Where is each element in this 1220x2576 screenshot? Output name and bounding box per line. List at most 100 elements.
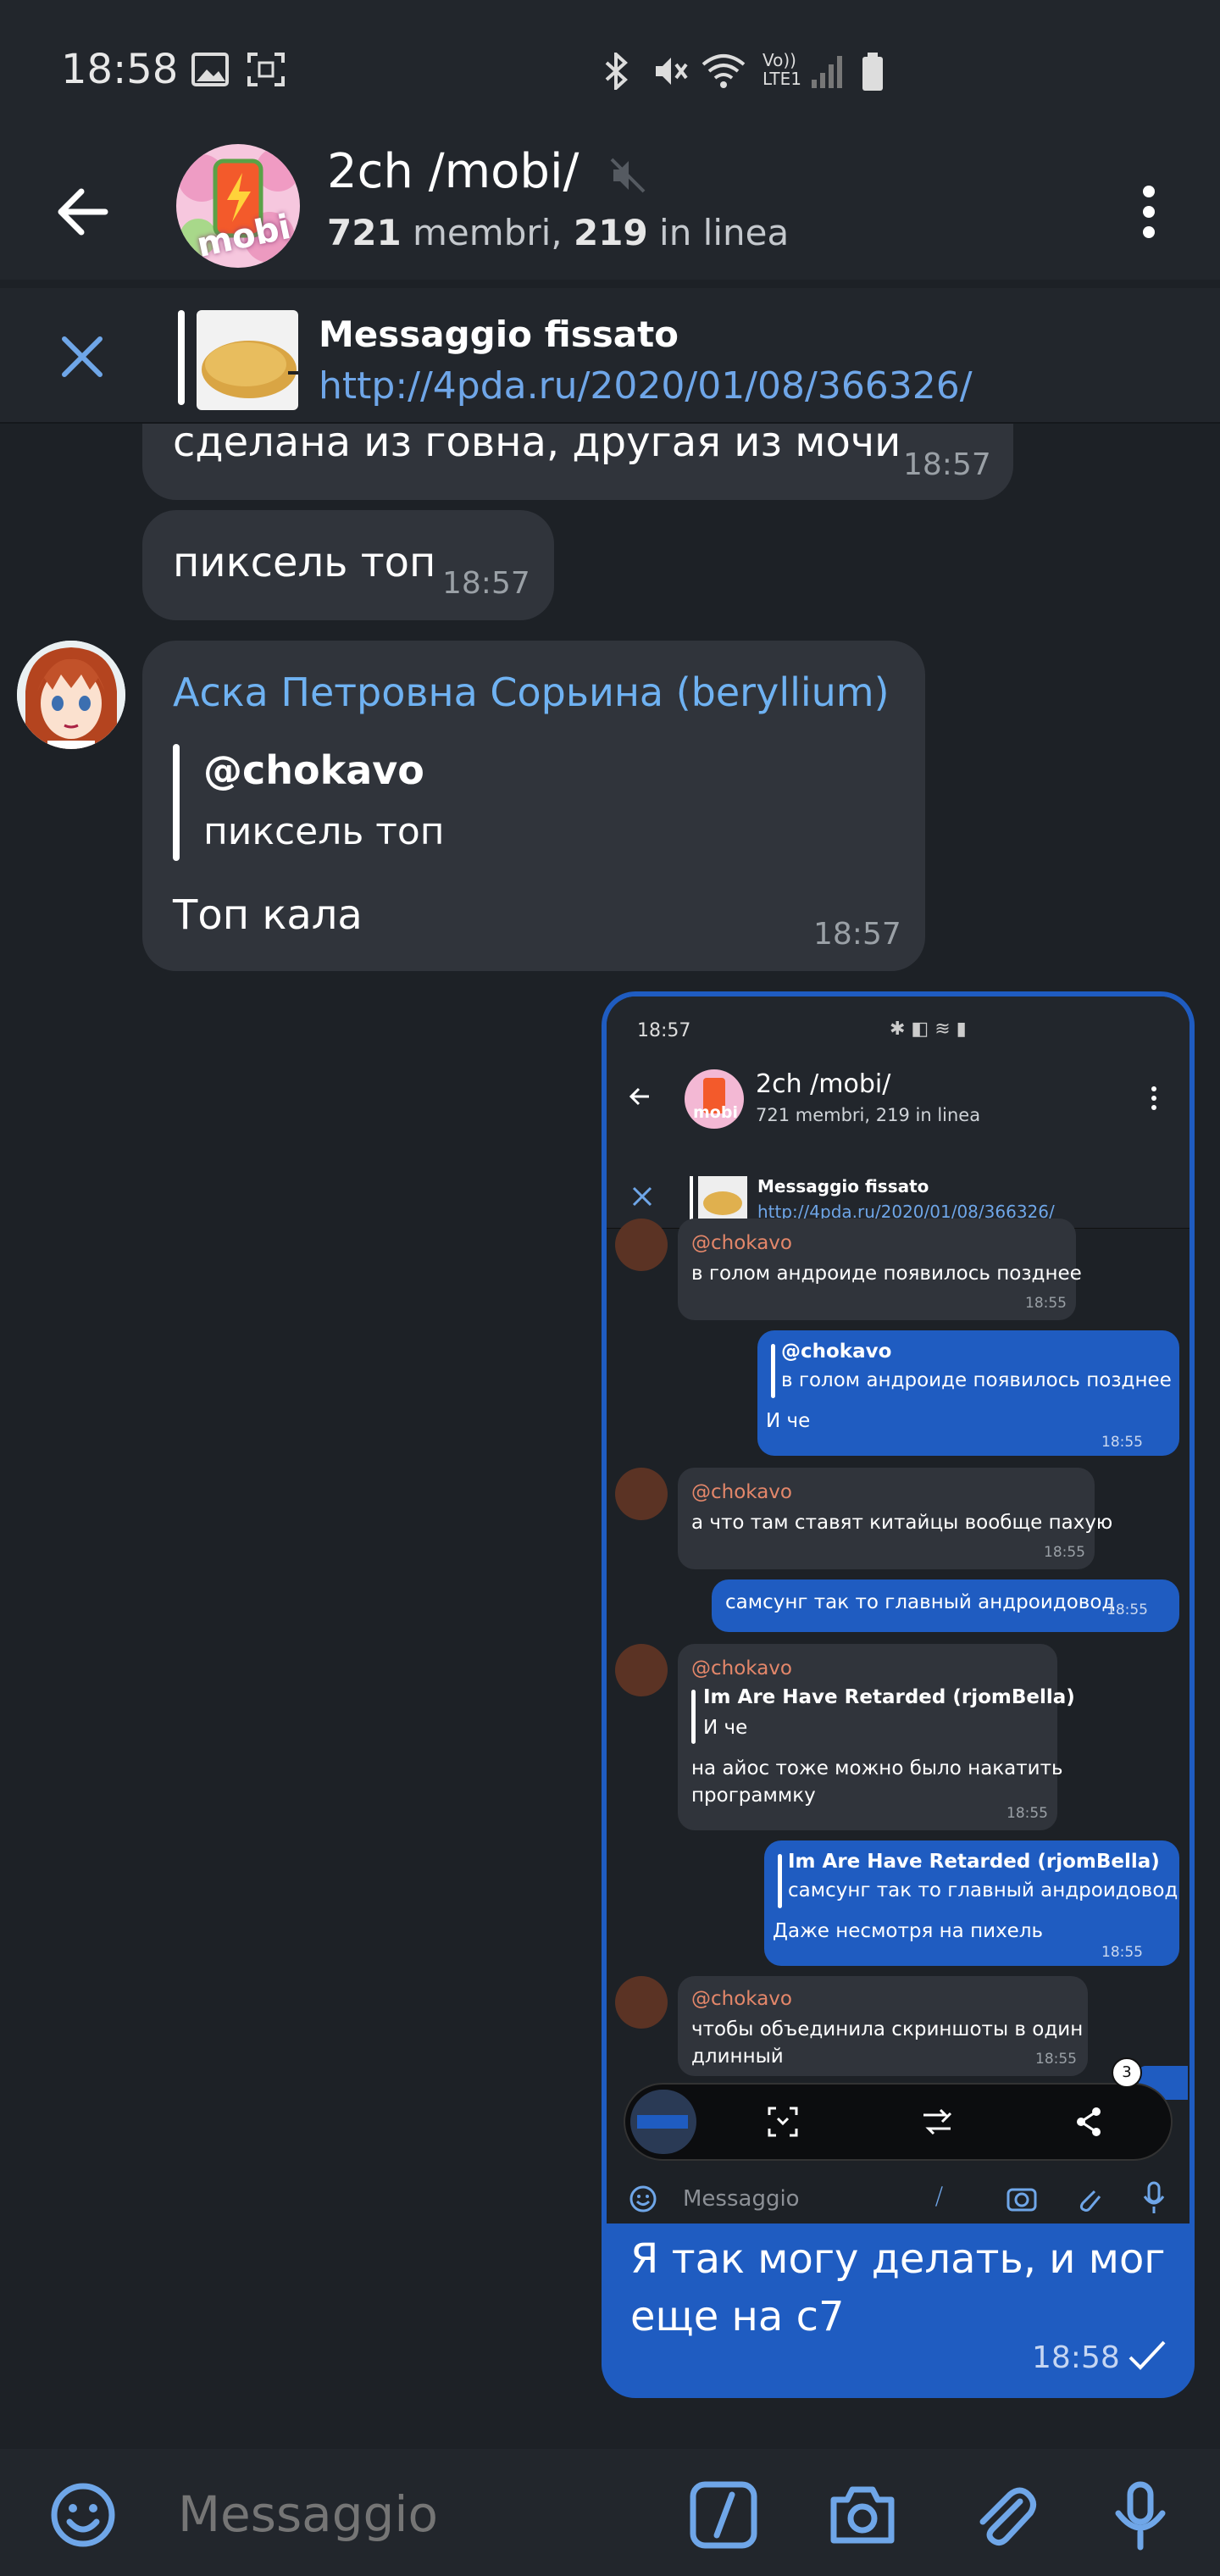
shot-time: 18:55 <box>1044 1544 1085 1561</box>
shot-time: 18:55 <box>1106 1602 1148 1618</box>
shot-sender: @chokavo <box>691 1232 792 1254</box>
message-time: 18:58 <box>1032 2340 1120 2375</box>
shot-time: 18:55 <box>1101 1434 1143 1451</box>
sender-name[interactable]: Аска Петровна Сорьина (beryllium) <box>173 669 890 715</box>
shot-reply-sender: Im Are Have Retarded (rjomBella) <box>703 1686 1075 1708</box>
muted-icon <box>610 158 646 193</box>
attach-icon[interactable] <box>968 2479 1039 2551</box>
shot-status-time: 18:57 <box>637 1020 691 1041</box>
message-input[interactable] <box>178 2484 652 2544</box>
shot-menu-icon <box>1151 1086 1156 1110</box>
shot-text: в голом андроиде появилось позднее <box>691 1263 1082 1285</box>
shot-time: 18:55 <box>1025 1295 1067 1312</box>
gallery-icon <box>191 53 229 86</box>
vibrate-mute-icon <box>656 58 688 85</box>
signal-icon <box>812 56 842 88</box>
shot-badge: 3 <box>1112 2057 1142 2088</box>
shot-back-icon <box>629 1087 649 1106</box>
chat-subtitle: 721 membri, 219 in linea <box>327 212 789 253</box>
screenshot-icon <box>247 53 285 86</box>
shot-text: И че <box>766 1410 811 1432</box>
message-text: Топ кала <box>173 891 363 939</box>
shot-text: чтобы объединила скриншоты в один <box>691 2018 1084 2040</box>
close-icon[interactable] <box>54 329 110 385</box>
shot-chat-avatar: mobi <box>685 1069 744 1129</box>
shot-emoji-icon <box>629 2185 657 2212</box>
message-time: 18:57 <box>442 566 530 601</box>
shot-time: 18:55 <box>1101 1944 1143 1961</box>
shot-share-icon <box>1077 2107 1101 2136</box>
attached-screenshot[interactable]: 18:57 ✱ ◧ ≋ ▮ mobi 2ch /mobi/ 721 membri… <box>607 997 1190 2223</box>
sent-check-icon <box>1128 2340 1166 2370</box>
chat-title[interactable]: 2ch /mobi/ <box>327 144 579 199</box>
shot-thumbnail <box>630 2090 696 2154</box>
shot-text: Даже несмотря на пихель <box>773 1920 1044 1942</box>
camera-icon[interactable] <box>827 2479 898 2551</box>
reply-sender[interactable]: @chokavo <box>203 747 424 793</box>
shot-reply-text: И че <box>703 1717 748 1739</box>
pinned-link[interactable]: http://4pda.ru/2020/01/08/366326/ <box>319 364 973 408</box>
chat-avatar[interactable]: mobi <box>176 144 300 268</box>
lte-label: LTE1 <box>762 69 801 89</box>
message-input-bar <box>0 2449 1220 2576</box>
reply-bar <box>173 744 180 861</box>
reply-text: пиксель топ <box>203 810 445 853</box>
shot-status-bar: 18:57 ✱ ◧ ≋ ▮ <box>607 997 1190 1047</box>
shot-text: самсунг так то главный андроидовод <box>725 1591 1116 1613</box>
chat-header: mobi 2ch /mobi/ 721 membri, 219 in linea <box>0 144 1220 280</box>
bluetooth-icon <box>605 53 628 90</box>
user-avatar[interactable] <box>17 641 125 749</box>
members-label: membri, <box>401 212 574 253</box>
online-count: 219 <box>574 212 648 253</box>
shot-pinned-label: Messaggio fissato <box>757 1176 929 1196</box>
wifi-icon <box>702 54 746 88</box>
shot-avatar <box>615 1219 668 1271</box>
shot-attach-icon <box>1079 2190 1101 2212</box>
shot-reply-text: самсунг так то главный андроидовод <box>788 1879 1178 1901</box>
message-text: Я так могу делать, и мог еще на с7 <box>630 2235 1166 2340</box>
shot-chat-title: 2ch /mobi/ <box>756 1069 891 1099</box>
shot-avatar <box>615 1976 668 2029</box>
shot-input-placeholder: Messaggio <box>683 2186 800 2212</box>
anime-avatar-icon <box>17 641 125 749</box>
message-time: 18:57 <box>813 917 901 952</box>
shot-reply-sender: Im Are Have Retarded (rjomBella) <box>788 1851 1160 1873</box>
pinned-bar <box>178 310 185 405</box>
shot-avatar <box>615 1468 668 1520</box>
status-bar: 18:58 Vo)) LTE1 <box>0 0 1220 144</box>
shot-avatar <box>615 1644 668 1696</box>
shot-scroll-capture-icon <box>768 2107 798 2137</box>
shot-mic-icon <box>1143 2181 1165 2213</box>
outgoing-message-bubble[interactable]: 18:57 ✱ ◧ ≋ ▮ mobi 2ch /mobi/ 721 membri… <box>602 991 1195 2398</box>
shot-capture-toolbar <box>624 2083 1173 2161</box>
pinned-label: Messaggio fissato <box>319 314 679 355</box>
microphone-icon[interactable] <box>1105 2479 1176 2551</box>
shot-text: на айос тоже можно было накатить <box>691 1757 1063 1779</box>
shot-time: 18:55 <box>1006 1805 1048 1822</box>
message-text: пиксель топ <box>173 539 436 586</box>
shot-header: mobi 2ch /mobi/ 721 membri, 219 in linea <box>607 1047 1190 1166</box>
message-time: 18:57 <box>903 447 991 482</box>
shot-camera-icon <box>1006 2188 1037 2212</box>
back-arrow-icon[interactable] <box>51 178 119 246</box>
shot-edit-icon <box>923 2108 952 2135</box>
shot-chat-subtitle: 721 membri, 219 in linea <box>756 1105 981 1125</box>
volte-label: Vo)) <box>762 50 796 70</box>
shot-avatar-text: mobi <box>693 1103 738 1122</box>
shot-reply-text: в голом андроиде появилось позднее <box>781 1369 1172 1391</box>
shot-time: 18:55 <box>1035 2051 1077 2068</box>
emoji-icon[interactable] <box>47 2479 119 2551</box>
shot-text: длинный <box>691 2046 784 2068</box>
battery-icon <box>862 53 883 91</box>
shot-sender: @chokavo <box>691 1481 792 1503</box>
online-label: in linea <box>647 212 790 253</box>
pinned-thumbnail <box>197 310 298 410</box>
commands-icon[interactable] <box>688 2479 759 2551</box>
shot-sender: @chokavo <box>691 1657 792 1679</box>
more-options-icon[interactable] <box>1123 178 1174 246</box>
shot-text: программку <box>691 1785 816 1807</box>
members-count: 721 <box>327 212 402 253</box>
shot-reply-sender: @chokavo <box>781 1341 892 1363</box>
shot-text: а что там ставят китайцы вообще пахую <box>691 1512 1113 1534</box>
shot-close-icon <box>632 1186 652 1207</box>
